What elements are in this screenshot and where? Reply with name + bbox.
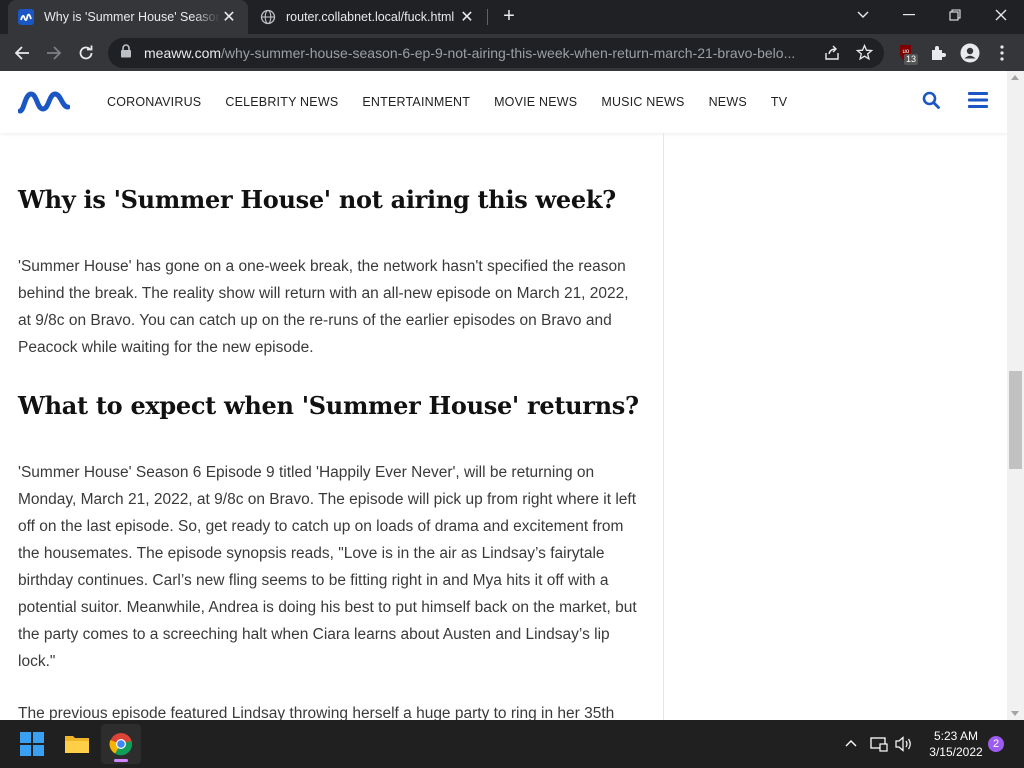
browser-tab-bar: Why is 'Summer House' Season 6 Ep 9 not … [0, 0, 1024, 34]
ublock-extension-icon[interactable]: uo 13 [896, 42, 919, 65]
windows-taskbar: 5:23 AM 3/15/2022 [0, 720, 1024, 768]
lock-icon[interactable] [120, 43, 134, 63]
address-bar[interactable]: meaww.com/why-summer-house-season-6-ep-9… [108, 38, 884, 68]
system-clock[interactable]: 5:23 AM 3/15/2022 [918, 728, 994, 760]
nav-link-news[interactable]: NEWS [709, 95, 747, 109]
extension-badge: 13 [904, 54, 919, 65]
globe-icon [260, 9, 276, 25]
article-body: Why is 'Summer House' not airing this we… [0, 133, 664, 720]
article-paragraph: 'Summer House' has gone on a one-week br… [18, 258, 629, 356]
new-tab-button[interactable]: + [498, 5, 520, 27]
back-button[interactable] [9, 40, 35, 66]
tab-inactive[interactable]: router.collabnet.local/fuck.html ✕ [250, 0, 486, 34]
notification-count-badge[interactable]: 2 [988, 736, 1004, 752]
url-text: meaww.com/why-summer-house-season-6-ep-9… [144, 45, 814, 61]
forward-button[interactable] [41, 40, 67, 66]
clock-time: 5:23 AM [933, 729, 979, 743]
browser-menu-icon[interactable] [991, 42, 1013, 64]
tab-active[interactable]: Why is 'Summer House' Season 6 Ep 9 not … [8, 0, 248, 34]
active-app-indicator [114, 759, 128, 762]
restore-button[interactable] [935, 0, 975, 30]
browser-toolbar: meaww.com/why-summer-house-season-6-ep-9… [0, 34, 1024, 71]
site-navbar: CORONAVIRUS CELEBRITY NEWS ENTERTAINMENT… [0, 71, 1007, 133]
section-heading: Why is 'Summer House' not airing this we… [18, 185, 616, 214]
meaww-favicon-icon [18, 9, 34, 25]
hamburger-menu-icon[interactable] [968, 92, 988, 113]
scroll-up-arrow-icon[interactable] [1011, 75, 1019, 80]
nav-link-celebrity-news[interactable]: CELEBRITY NEWS [225, 95, 338, 109]
site-search-icon[interactable] [922, 91, 940, 114]
network-icon[interactable] [870, 736, 888, 757]
share-icon[interactable] [824, 45, 840, 66]
start-button[interactable] [12, 724, 52, 764]
chrome-taskbar-icon[interactable] [101, 724, 141, 764]
url-host: meaww.com [144, 45, 222, 61]
page-scrollbar[interactable] [1007, 71, 1024, 720]
extensions-puzzle-icon[interactable] [927, 42, 949, 64]
close-tab-icon[interactable]: ✕ [220, 7, 238, 27]
nav-link-tv[interactable]: TV [771, 95, 787, 109]
show-hidden-icons-chevron-icon[interactable] [845, 734, 857, 752]
close-tab-icon[interactable]: ✕ [458, 7, 476, 27]
tab-separator [487, 9, 488, 25]
clock-date: 3/15/2022 [929, 745, 983, 759]
site-nav-links: CORONAVIRUS CELEBRITY NEWS ENTERTAINMENT… [107, 95, 811, 109]
tab-title: router.collabnet.local/fuck.html [286, 10, 455, 24]
nav-link-entertainment[interactable]: ENTERTAINMENT [362, 95, 470, 109]
article-paragraph: 'Summer House' Season 6 Episode 9 titled… [18, 464, 637, 670]
nav-link-movie-news[interactable]: MOVIE NEWS [494, 95, 577, 109]
minimize-button[interactable] [889, 0, 929, 30]
meaww-logo[interactable] [17, 89, 71, 120]
file-explorer-icon[interactable] [57, 724, 97, 764]
profile-avatar-icon[interactable] [959, 42, 981, 64]
close-window-button[interactable] [981, 0, 1021, 30]
scroll-down-arrow-icon[interactable] [1011, 711, 1019, 716]
tab-search-icon[interactable] [843, 0, 883, 30]
url-path: /why-summer-house-season-6-ep-9-not-airi… [221, 45, 796, 61]
volume-icon[interactable] [895, 736, 913, 757]
article-paragraph: The previous episode featured Lindsay th… [18, 705, 615, 720]
nav-link-music-news[interactable]: MUSIC NEWS [601, 95, 684, 109]
section-heading: What to expect when 'Summer House' retur… [18, 391, 639, 420]
reload-button[interactable] [73, 40, 99, 66]
nav-link-coronavirus[interactable]: CORONAVIRUS [107, 95, 201, 109]
page-viewport: CORONAVIRUS CELEBRITY NEWS ENTERTAINMENT… [0, 71, 1007, 720]
bookmark-star-icon[interactable] [855, 43, 874, 66]
scrollbar-thumb[interactable] [1009, 371, 1022, 469]
tab-title: Why is 'Summer House' Season 6 Ep 9 not … [44, 10, 220, 24]
